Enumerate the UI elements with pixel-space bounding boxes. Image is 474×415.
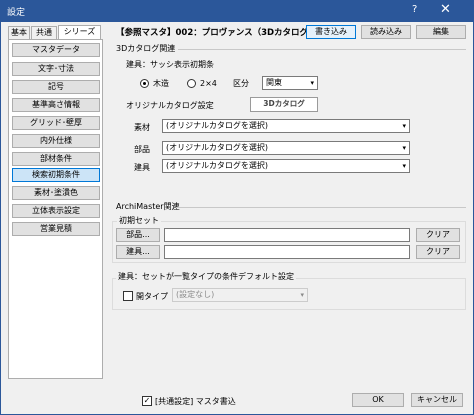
parts-value: (オリジナルカタログを選択) [166,143,269,152]
material-label: 素材 [134,123,150,132]
kubun-value: 関東 [266,78,282,87]
divider [176,207,466,208]
init-set-label: 初期セット [117,216,161,226]
nav-material-color[interactable]: 素材･塗潰色 [12,186,100,200]
sash-label: 建具：サッシ表示初期条 [126,60,214,69]
nav-master-data[interactable]: マスタデータ [12,43,100,57]
nav-search-initial[interactable]: 検索初期条件 [12,168,100,182]
original-catalog-label: オリジナルカタログ設定 [126,101,214,110]
parts-set-field[interactable] [164,228,410,242]
catalog-logo-button[interactable]: 3Dカタログ [250,97,318,112]
clear-fitting-button[interactable]: クリア [416,245,460,259]
material-value: (オリジナルカタログを選択) [166,121,269,130]
ok-button[interactable]: OK [352,393,404,407]
cancel-button[interactable]: キャンセル [411,393,463,407]
radio-selected-dot [143,82,146,85]
divider [178,49,466,50]
master-write-label: [共通設定] マスタ書込 [155,397,236,406]
default-setting-label: 建具：セットが一覧タイプの条件デフォルト設定 [116,272,296,282]
tab-common[interactable]: 共通 [31,26,57,39]
nav-member-condition[interactable]: 部材条件 [12,152,100,166]
section-archimaster: ArchiMaster関連 [116,202,180,211]
close-icon[interactable]: ✕ [440,2,451,17]
chevron-down-icon: ▾ [310,79,314,87]
tab-basic[interactable]: 基本 [8,26,30,39]
parts-select[interactable]: (オリジナルカタログを選択) ▾ [162,141,410,155]
edit-button[interactable]: 編集 [416,25,466,39]
door-type-select[interactable]: (設定なし) ▾ [172,288,308,302]
nav-base-height[interactable]: 基準高さ情報 [12,98,100,112]
section-3d-catalog: 3Dカタログ関連 [116,44,176,53]
nav-symbol[interactable]: 記号 [12,80,100,94]
nav-text-dimension[interactable]: 文字･寸法 [12,62,100,76]
chevron-down-icon: ▾ [402,144,406,152]
tab-series[interactable]: シリーズ [58,25,101,40]
chevron-down-icon: ▾ [300,291,304,299]
kubun-label: 区分 [233,79,249,88]
window-title: 設定 [7,8,26,18]
radio-2x4-label: 2×4 [200,79,217,88]
fitting-value: (オリジナルカタログを選択) [166,161,269,170]
door-type-label: 開タイプ [136,292,168,301]
page-title: 【参照マスタ】002：プロヴァンス（3Dカタログ版） [116,28,326,38]
door-type-checkbox[interactable] [123,291,133,301]
nav-sales-estimate[interactable]: 営業見積 [12,222,100,236]
radio-wood[interactable] [140,79,149,88]
fitting-button[interactable]: 建具... [116,245,160,259]
radio-wood-label: 木造 [153,79,169,88]
nav-3d-display[interactable]: 立体表示設定 [12,204,100,218]
clear-parts-button[interactable]: クリア [416,228,460,242]
nav-grid-wall[interactable]: グリッド･壁厚 [12,116,100,130]
master-write-checkbox[interactable]: ✓ [142,396,152,406]
fitting-select[interactable]: (オリジナルカタログを選択) ▾ [162,159,410,173]
fitting-label: 建具 [134,163,150,172]
parts-label: 部品 [134,145,150,154]
radio-2x4[interactable] [187,79,196,88]
help-icon[interactable]: ? [412,4,417,15]
fitting-set-field[interactable] [164,245,410,259]
kubun-select[interactable]: 関東 ▾ [262,76,318,90]
write-button[interactable]: 書き込み [306,25,356,39]
chevron-down-icon: ▾ [402,122,406,130]
nav-interior-exterior[interactable]: 内外仕様 [12,134,100,148]
title-bar: 設定 ? ✕ [0,0,474,22]
chevron-down-icon: ▾ [402,162,406,170]
door-type-value: (設定なし) [176,290,215,299]
parts-button[interactable]: 部品... [116,228,160,242]
material-select[interactable]: (オリジナルカタログを選択) ▾ [162,119,410,133]
read-button[interactable]: 読み込み [361,25,411,39]
catalog-logo-text: 3Dカタログ [263,99,305,108]
